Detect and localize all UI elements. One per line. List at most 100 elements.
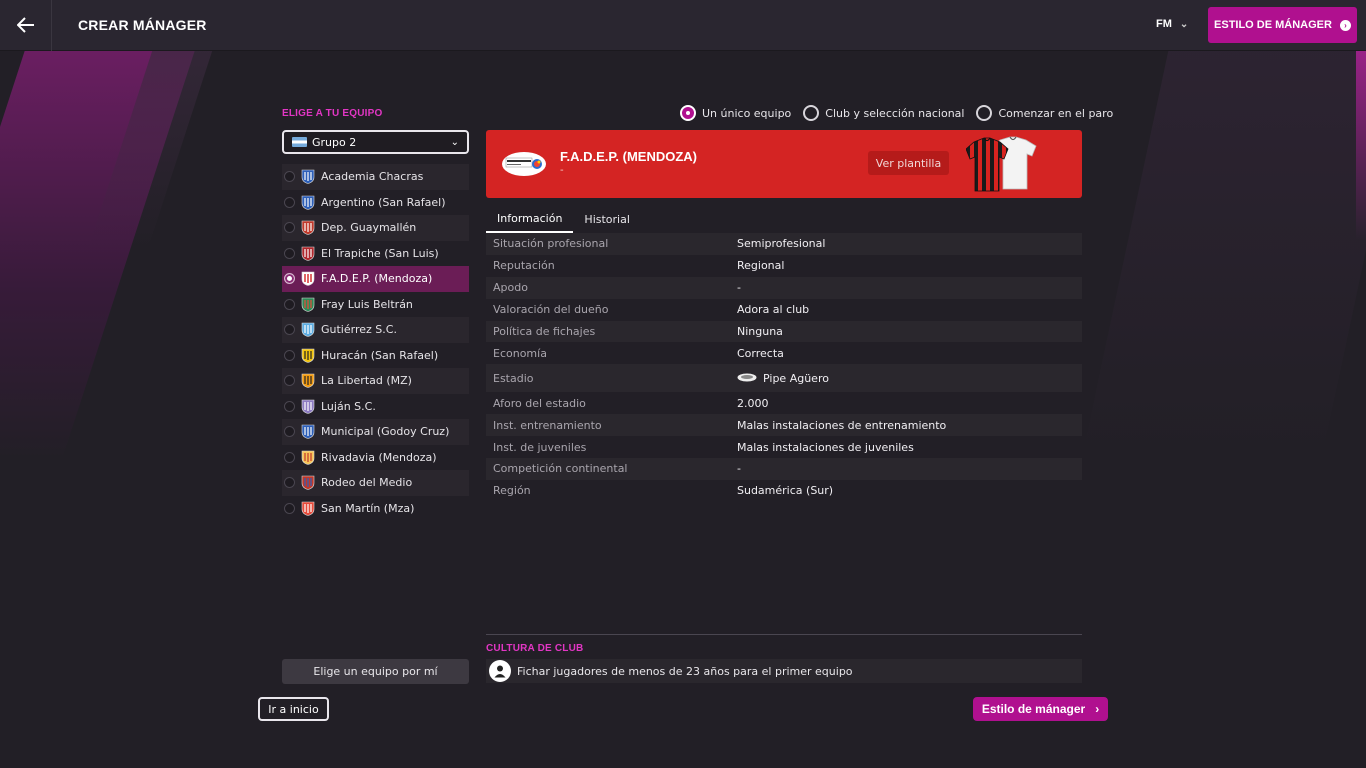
info-value-text: Regional — [737, 259, 785, 273]
group-select-value: Grupo 2 — [312, 135, 357, 149]
background-streak-right — [1081, 40, 1366, 460]
info-key: Inst. entrenamiento — [493, 418, 602, 432]
tab-history[interactable]: Historial — [573, 205, 640, 233]
radio-icon — [976, 105, 993, 121]
team-row[interactable]: Rivadavia (Mendoza) — [282, 444, 469, 470]
chevron-down-icon: ⌄ — [450, 136, 459, 148]
team-crest-icon — [301, 297, 315, 312]
info-key: Competición continental — [493, 462, 628, 476]
team-crest-icon — [301, 450, 315, 465]
chevron-down-icon: ⌄ — [1179, 18, 1189, 30]
chevron-right-icon: › — [1095, 702, 1100, 716]
tab-information[interactable]: Información — [486, 205, 574, 233]
team-row[interactable]: El Trapiche (San Luis) — [282, 240, 469, 266]
team-row[interactable]: La Libertad (MZ) — [282, 368, 469, 394]
club-kits-icon — [966, 136, 1037, 192]
top-bar: CREAR MÁNAGER FM ⌄ ESTILO DE MÁNAGER › — [0, 0, 1366, 51]
mode-option-club-national[interactable]: Club y selección nacional — [803, 105, 964, 121]
info-key: Economía — [493, 346, 547, 360]
info-value-text: Correcta — [737, 346, 784, 360]
manager-style-next-button[interactable]: Estilo de mánager › — [973, 697, 1108, 721]
manager-style-top-button[interactable]: ESTILO DE MÁNAGER › — [1208, 7, 1357, 43]
team-name: Huracán (San Rafael) — [321, 348, 439, 362]
radio-icon — [284, 477, 295, 489]
team-row[interactable]: Academia Chacras — [282, 164, 469, 190]
info-value: Semiprofesional — [737, 237, 825, 250]
team-row[interactable]: Dep. Guaymallén — [282, 215, 469, 241]
info-key: Apodo — [493, 281, 528, 295]
fm-menu[interactable]: FM ⌄ — [1156, 18, 1188, 30]
radio-icon — [284, 324, 295, 336]
mode-option-single[interactable]: Un único equipo — [680, 105, 791, 121]
radio-icon — [284, 426, 295, 438]
radio-icon — [803, 105, 820, 121]
info-row: Reputación Regional — [486, 254, 1082, 277]
info-value-text: Malas instalaciones de entrenamiento — [737, 418, 947, 432]
background-streak-left-2 — [87, 50, 213, 250]
team-name: Argentino (San Rafael) — [321, 195, 446, 209]
club-name: F.A.D.E.P. (MENDOZA) — [560, 149, 697, 164]
team-crest-icon — [301, 169, 315, 185]
info-tabs: Información Historial — [486, 205, 641, 233]
choose-team-title: ELIGE A TU EQUIPO — [282, 108, 383, 119]
info-value: Sudamérica (Sur) — [737, 484, 833, 497]
info-row: Aforo del estadio 2.000 — [486, 392, 1082, 415]
info-value: Pipe Agüero — [737, 372, 829, 385]
team-row[interactable]: Argentino (San Rafael) — [282, 189, 469, 215]
info-value: - — [737, 281, 741, 294]
info-row: Inst. entrenamiento Malas instalaciones d… — [486, 414, 1082, 437]
team-name: Rivadavia (Mendoza) — [321, 450, 437, 464]
group-select[interactable]: Grupo 2 ⌄ — [282, 130, 469, 154]
team-row[interactable]: Gutiérrez S.C. — [282, 317, 469, 343]
club-culture-item: Fichar jugadores de menos de 23 años par… — [486, 659, 1082, 683]
team-row[interactable]: San Martín (Mza) — [282, 495, 469, 521]
team-name: F.A.D.E.P. (Mendoza) — [321, 272, 433, 286]
info-value-text: 2.000 — [737, 396, 769, 410]
go-home-button[interactable]: Ir a inicio — [258, 697, 329, 721]
info-value: Malas instalaciones de entrenamiento — [737, 419, 946, 432]
team-name: La Libertad (MZ) — [321, 374, 412, 388]
info-value-text: Adora al club — [737, 303, 810, 317]
team-name: El Trapiche (San Luis) — [321, 246, 439, 260]
info-key: Región — [493, 484, 531, 498]
background-streak-left — [0, 40, 199, 460]
stadium-icon — [737, 372, 757, 385]
info-value: Ninguna — [737, 325, 783, 338]
team-crest-icon — [301, 195, 315, 210]
team-crest-icon — [301, 348, 315, 363]
club-logo — [502, 152, 546, 176]
club-info-table: Situación profesional Semiprofesional Repu… — [486, 233, 1082, 502]
team-list: Academia Chacras Argentino (San Rafael) De… — [282, 164, 469, 521]
team-row[interactable]: Rodeo del Medio — [282, 470, 469, 496]
info-row: Inst. de juveniles Malas instalaciones de… — [486, 436, 1082, 459]
info-key: Estadio — [493, 371, 534, 385]
info-row: Estadio Pipe Agüero — [486, 364, 1082, 393]
team-name: Dep. Guaymallén — [321, 221, 417, 235]
team-row[interactable]: Huracán (San Rafael) — [282, 342, 469, 368]
mode-option-single-label: Un único equipo — [702, 106, 792, 120]
manager-style-top-label: ESTILO DE MÁNAGER — [1214, 19, 1332, 31]
pick-team-for-me-button[interactable]: Elige un equipo por mí — [282, 659, 469, 684]
radio-icon — [284, 222, 295, 234]
arrow-left-icon — [16, 17, 34, 33]
team-row[interactable]: Fray Luis Beltrán — [282, 291, 469, 317]
info-key: Reputación — [493, 259, 555, 273]
team-crest-icon — [301, 220, 315, 236]
team-crest-icon — [301, 501, 315, 516]
team-row[interactable]: Luján S.C. — [282, 393, 469, 419]
back-button[interactable] — [0, 0, 52, 51]
team-name: Municipal (Godoy Cruz) — [321, 425, 450, 439]
team-name: Rodeo del Medio — [321, 476, 413, 490]
team-row[interactable]: Municipal (Godoy Cruz) — [282, 419, 469, 445]
page-title: CREAR MÁNAGER — [78, 17, 207, 33]
info-row: Apodo - — [486, 276, 1082, 299]
mode-option-unemployed[interactable]: Comenzar en el paro — [976, 105, 1113, 121]
info-value-text: - — [737, 462, 741, 476]
info-row: Economía Correcta — [486, 342, 1082, 365]
team-name: Gutiérrez S.C. — [321, 323, 397, 337]
team-name: Fray Luis Beltrán — [321, 297, 413, 311]
info-value: Correcta — [737, 347, 784, 360]
team-row[interactable]: F.A.D.E.P. (Mendoza) — [282, 266, 469, 292]
info-value-text: - — [737, 281, 741, 295]
view-squad-button[interactable]: Ver plantilla — [868, 151, 949, 175]
